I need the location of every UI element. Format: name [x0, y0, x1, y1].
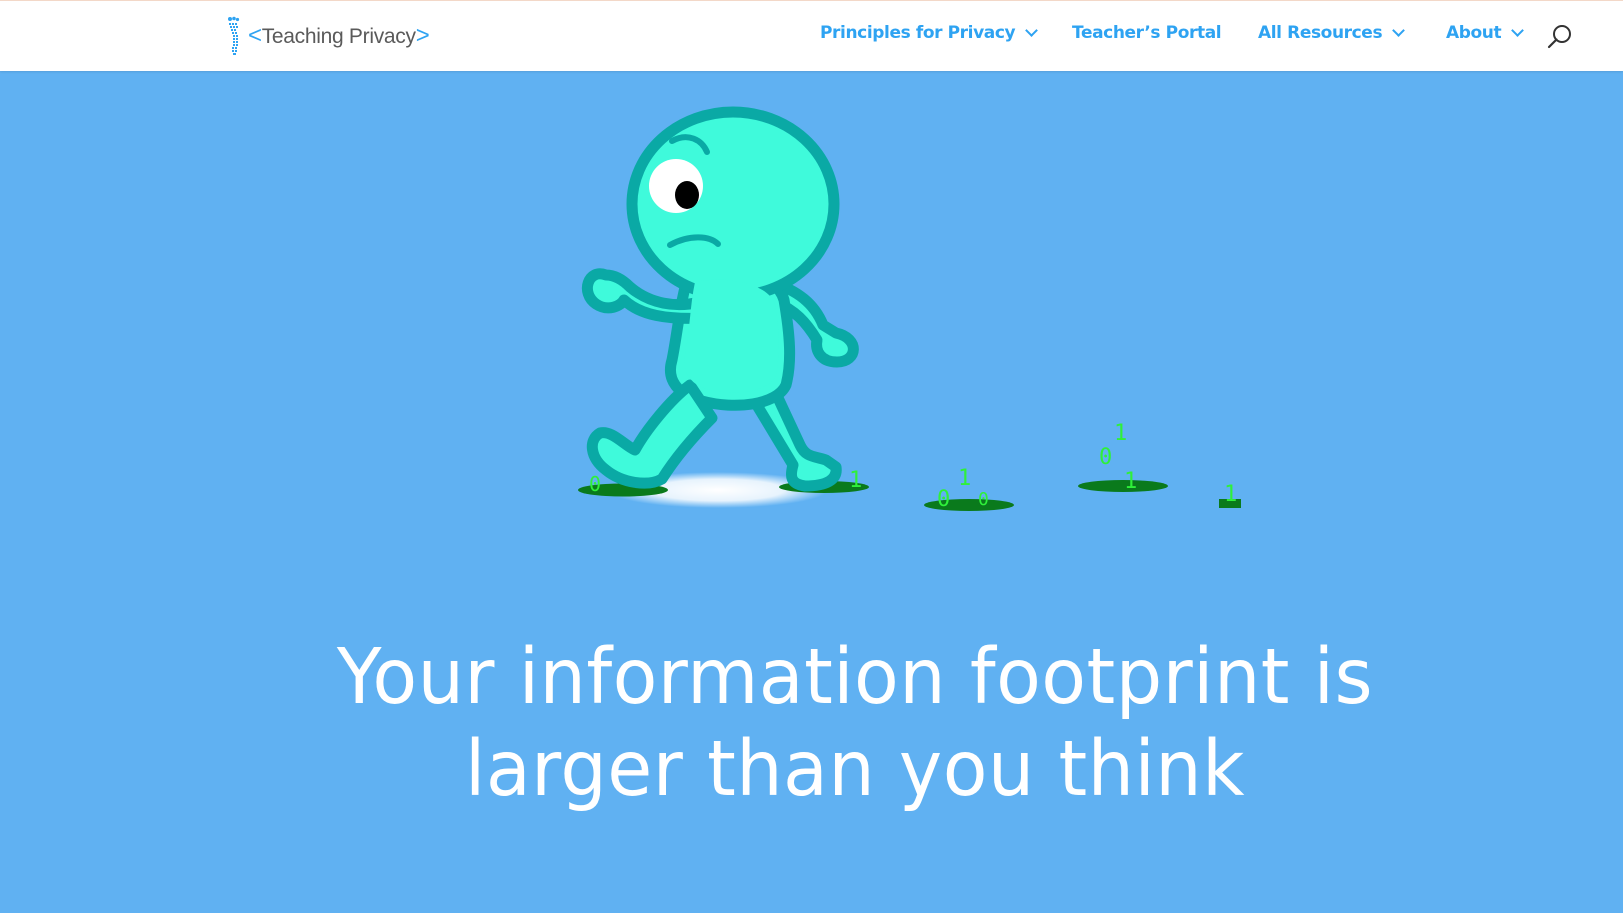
- footprint: [1078, 480, 1168, 492]
- search-icon[interactable]: [1546, 23, 1574, 51]
- nav-label: Principles for Privacy: [820, 23, 1016, 43]
- site-header: <Teaching Privacy> Principles for Privac…: [0, 0, 1623, 71]
- footprint-digit: 1: [1124, 469, 1137, 494]
- hero-headline-line1: Your information footprint is: [336, 633, 1374, 722]
- nav-about[interactable]: About: [1446, 23, 1525, 43]
- footprint-digit: 1: [1224, 482, 1237, 507]
- hero-illustration: 0 1 0 1 0 0 1 1 1: [578, 106, 1241, 512]
- chevron-down-icon: [1511, 24, 1525, 37]
- site-logo[interactable]: <Teaching Privacy>: [226, 15, 430, 57]
- nav-label: About: [1446, 23, 1502, 43]
- pupil: [675, 181, 699, 209]
- site-logo-text: <Teaching Privacy>: [248, 22, 430, 49]
- footprint-digit: 0: [1099, 445, 1112, 470]
- nav-teachers-portal[interactable]: Teacher’s Portal: [1072, 23, 1222, 43]
- footprint-digit: 1: [1114, 421, 1127, 446]
- nav-principles-for-privacy[interactable]: Principles for Privacy: [820, 23, 1039, 43]
- nav-label: All Resources: [1258, 23, 1383, 43]
- chevron-down-icon: [1392, 24, 1406, 37]
- footprint-digit: 1: [958, 466, 971, 491]
- footprint-digit: 0: [937, 487, 950, 512]
- footprint-icon: [228, 16, 240, 55]
- hero-headline: Your information footprint is larger tha…: [0, 632, 1623, 816]
- nav-all-resources[interactable]: All Resources: [1258, 23, 1406, 43]
- chevron-down-icon: [1025, 24, 1039, 37]
- hero-headline-line2: larger than you think: [465, 725, 1245, 814]
- footprint-digit: 0: [589, 472, 601, 496]
- footprint-digit: 0: [978, 489, 989, 510]
- nav-label: Teacher’s Portal: [1072, 23, 1222, 43]
- footprint-digit: 1: [849, 468, 862, 493]
